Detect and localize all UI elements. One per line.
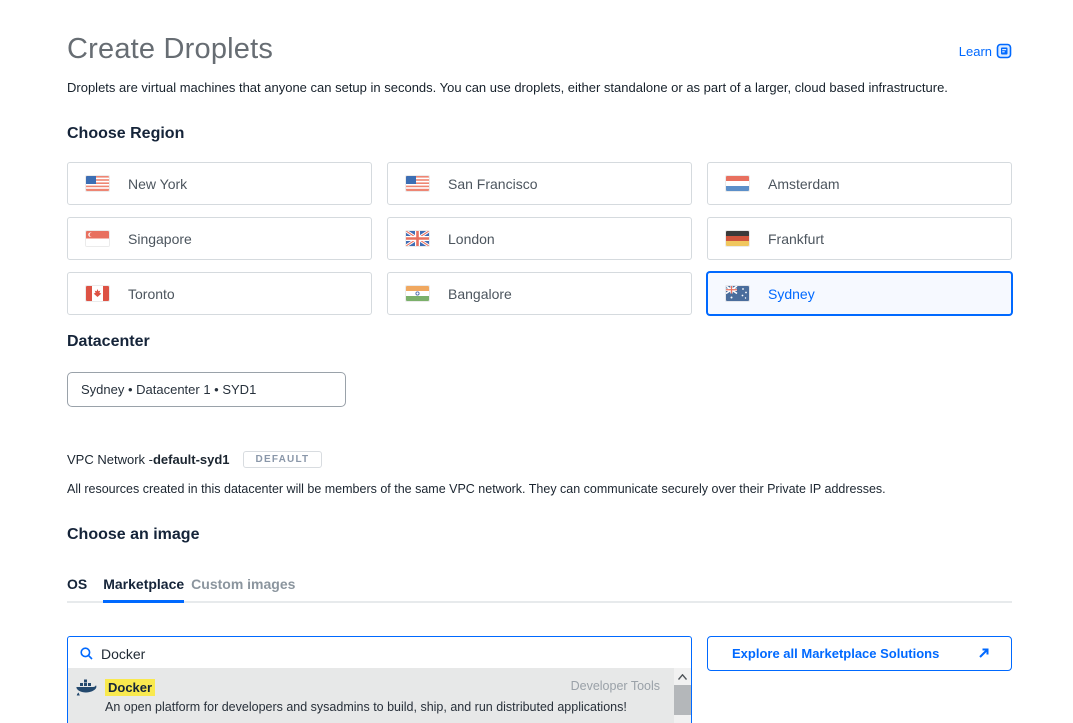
region-label: Bangalore <box>448 286 512 302</box>
vpc-label: VPC Network - <box>67 452 153 467</box>
region-grid: New York San Francisco Amsterdam <box>67 162 1012 315</box>
flag-singapore-icon <box>86 231 109 246</box>
learn-link[interactable]: Learn <box>959 43 1012 59</box>
docker-whale-icon <box>76 679 97 696</box>
result-category: Developer Tools <box>571 679 660 693</box>
vpc-network-name: default-syd1 <box>153 452 230 467</box>
flag-germany-icon <box>726 231 749 246</box>
region-card-bangalore[interactable]: Bangalore <box>387 272 692 315</box>
flag-india-icon <box>406 286 429 301</box>
result-text: Docker Developer Tools An open platform … <box>105 679 664 714</box>
vpc-description: All resources created in this datacenter… <box>67 482 1012 496</box>
datacenter-heading: Datacenter <box>67 333 1012 351</box>
marketplace-search-input[interactable] <box>101 646 681 662</box>
dropdown-scrollbar[interactable] <box>674 668 691 723</box>
learn-link-label: Learn <box>959 44 992 59</box>
page-title: Create Droplets <box>67 33 273 66</box>
region-label: Sydney <box>768 286 815 302</box>
region-label: London <box>448 231 495 247</box>
region-card-toronto[interactable]: Toronto <box>67 272 372 315</box>
datacenter-select[interactable]: Sydney • Datacenter 1 • SYD1 <box>67 372 346 407</box>
region-card-singapore[interactable]: Singapore <box>67 217 372 260</box>
explore-marketplace-label: Explore all Marketplace Solutions <box>732 646 939 661</box>
tab-os[interactable]: OS <box>67 576 87 603</box>
datacenter-selected-value: Sydney • Datacenter 1 • SYD1 <box>81 382 256 397</box>
flag-us-icon <box>86 176 109 191</box>
page-header: Create Droplets Learn <box>67 33 1012 66</box>
region-label: Amsterdam <box>768 176 840 192</box>
search-results-dropdown: Docker Developer Tools An open platform … <box>67 668 692 723</box>
result-description: An open platform for developers and sysa… <box>105 700 664 714</box>
region-card-san-francisco[interactable]: San Francisco <box>387 162 692 205</box>
result-item-docker[interactable]: Docker Developer Tools An open platform … <box>68 668 674 723</box>
flag-australia-icon <box>726 286 749 301</box>
region-card-frankfurt[interactable]: Frankfurt <box>707 217 1012 260</box>
choose-region-heading: Choose Region <box>67 125 1012 143</box>
tab-custom-images[interactable]: Custom images <box>191 576 295 603</box>
vpc-network-row: VPC Network - default-syd1 DEFAULT <box>67 451 1012 468</box>
flag-canada-icon <box>86 286 109 301</box>
region-label: New York <box>128 176 187 192</box>
region-label: Toronto <box>128 286 175 302</box>
marketplace-search-row: Explore all Marketplace Solutions <box>67 636 1012 671</box>
choose-image-heading: Choose an image <box>67 526 1012 544</box>
scrollbar-up-arrow-icon[interactable] <box>674 668 691 685</box>
result-name-highlighted: Docker <box>105 679 155 696</box>
learn-book-icon <box>996 43 1012 59</box>
region-card-london[interactable]: London <box>387 217 692 260</box>
region-card-amsterdam[interactable]: Amsterdam <box>707 162 1012 205</box>
image-tabs: OS Marketplace Custom images <box>67 576 1012 603</box>
region-label: Singapore <box>128 231 192 247</box>
marketplace-search-box <box>67 636 692 671</box>
region-card-new-york[interactable]: New York <box>67 162 372 205</box>
flag-uk-icon <box>406 231 429 246</box>
region-card-sydney[interactable]: Sydney <box>707 272 1012 315</box>
flag-us-icon <box>406 176 429 191</box>
scrollbar-thumb[interactable] <box>674 685 691 715</box>
external-link-arrow-icon <box>978 648 989 659</box>
flag-netherlands-icon <box>726 176 749 191</box>
page-subtitle: Droplets are virtual machines that anyon… <box>67 80 1012 95</box>
tab-marketplace[interactable]: Marketplace <box>103 576 184 603</box>
vpc-default-badge: DEFAULT <box>243 451 323 468</box>
region-label: Frankfurt <box>768 231 824 247</box>
search-icon <box>80 647 93 660</box>
explore-marketplace-button[interactable]: Explore all Marketplace Solutions <box>707 636 1012 671</box>
region-label: San Francisco <box>448 176 537 192</box>
